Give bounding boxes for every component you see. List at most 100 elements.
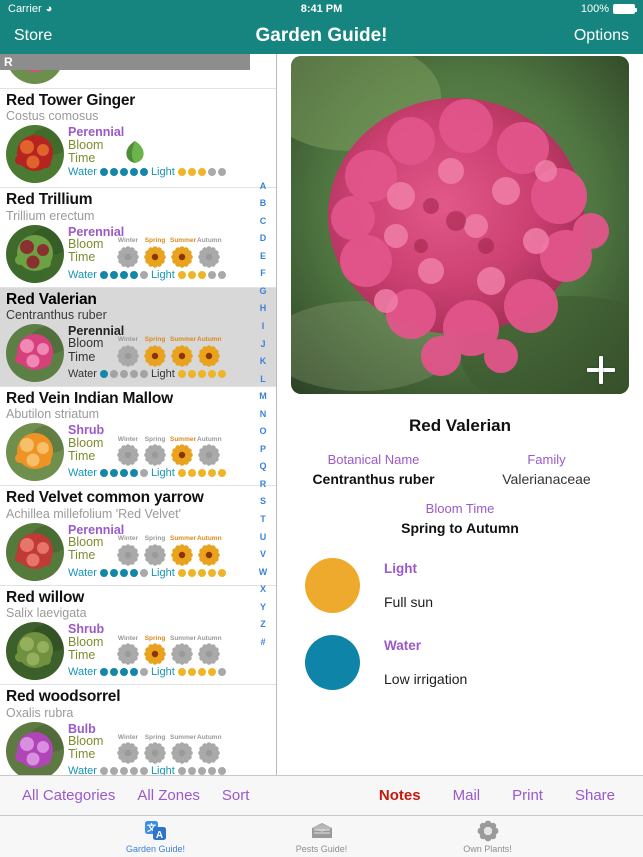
store-button[interactable]: Store bbox=[14, 27, 52, 45]
print-button[interactable]: Print bbox=[512, 787, 543, 804]
index-letter-p[interactable]: P bbox=[260, 441, 266, 459]
index-letter-o[interactable]: O bbox=[259, 423, 266, 441]
light-dot bbox=[197, 668, 206, 677]
plant-photo[interactable] bbox=[291, 56, 629, 394]
options-button[interactable]: Options bbox=[574, 27, 629, 45]
tab-own-plants[interactable]: Own Plants! bbox=[440, 819, 536, 854]
index-letter-w[interactable]: W bbox=[259, 564, 268, 582]
index-letter-k[interactable]: K bbox=[260, 353, 267, 371]
water-dot bbox=[129, 369, 138, 378]
index-letter-j[interactable]: J bbox=[260, 336, 265, 354]
index-letter-f[interactable]: F bbox=[260, 265, 266, 283]
light-dot bbox=[197, 568, 206, 577]
sort-button[interactable]: Sort bbox=[222, 787, 250, 804]
plant-thumbnail[interactable] bbox=[6, 125, 64, 184]
water-light-row: Water Light bbox=[68, 166, 270, 178]
plant-thumbnail[interactable] bbox=[6, 423, 64, 482]
bloom-time-row: Bloom Time Winter Spring Summer Autumn bbox=[68, 635, 270, 666]
plant-thumbnail[interactable] bbox=[6, 622, 64, 681]
water-label: Water bbox=[68, 367, 97, 380]
tab-garden-guide[interactable]: 文 A Garden Guide! bbox=[108, 819, 204, 854]
index-letter-l[interactable]: L bbox=[260, 371, 266, 389]
mail-button[interactable]: Mail bbox=[453, 787, 481, 804]
season-winter: Winter bbox=[116, 733, 140, 765]
plus-icon[interactable] bbox=[587, 356, 615, 384]
tab-pests-guide[interactable]: Pests Guide! bbox=[274, 819, 370, 854]
light-dot bbox=[217, 369, 226, 378]
season-label: Winter bbox=[117, 733, 139, 741]
plant-list-item[interactable]: Red Valerian Centranthus ruber Perennial Bl… bbox=[0, 287, 276, 388]
svg-text:A: A bbox=[155, 830, 162, 841]
light-dot bbox=[207, 167, 216, 176]
water-label: Water bbox=[68, 165, 97, 178]
tab-bar[interactable]: 文 A Garden Guide! Pests Guide! Own Plants! bbox=[0, 815, 643, 857]
index-letter-a[interactable]: A bbox=[260, 178, 267, 196]
translate-icon: 文A bbox=[108, 819, 204, 843]
water-dot bbox=[129, 568, 138, 577]
plant-list[interactable]: Bloom TimeWaterLightRed Tower GingerCost… bbox=[0, 54, 276, 775]
index-letter-t[interactable]: T bbox=[260, 511, 266, 529]
season-spring: Spring bbox=[143, 536, 167, 566]
index-letter-v[interactable]: V bbox=[260, 546, 266, 564]
index-letter-r[interactable]: R bbox=[260, 476, 267, 494]
index-letter-b[interactable]: B bbox=[260, 195, 267, 213]
water-dot bbox=[119, 369, 128, 378]
plant-scientific-name: Salix laevigata bbox=[6, 606, 87, 621]
water-text: Water Low irrigation bbox=[360, 638, 467, 687]
bloom-time-label: Bloom Time bbox=[68, 137, 104, 165]
water-label: Water bbox=[68, 566, 97, 579]
light-dot bbox=[187, 167, 196, 176]
light-dot bbox=[177, 469, 186, 478]
light-label: Light bbox=[150, 367, 175, 380]
water-dot bbox=[109, 767, 118, 775]
season-label: Summer bbox=[170, 535, 197, 543]
bloom-season-icons: Winter Spring Summer Autumn bbox=[114, 535, 222, 566]
plant-thumbnail[interactable] bbox=[6, 224, 64, 283]
plant-list-item[interactable]: Red Velvet common yarrow Achillea millefo… bbox=[0, 486, 276, 586]
notes-button[interactable]: Notes bbox=[379, 787, 421, 804]
index-letter-z[interactable]: Z bbox=[260, 616, 266, 634]
plant-list-item[interactable]: Red Tower Ginger Costus comosus Perennial B… bbox=[0, 89, 276, 189]
index-letter-n[interactable]: N bbox=[260, 406, 267, 424]
index-letter-g[interactable]: G bbox=[259, 283, 266, 301]
flower-icon bbox=[440, 819, 536, 843]
light-dots bbox=[177, 167, 226, 176]
bloom-time-label: Bloom Time bbox=[68, 435, 104, 463]
plant-thumbnail[interactable] bbox=[6, 522, 64, 581]
index-letter-c[interactable]: C bbox=[260, 213, 267, 231]
bloom-season-icons: Winter Spring Summer Autumn bbox=[114, 733, 222, 765]
status-right: 100% bbox=[581, 3, 637, 15]
alphabet-index[interactable]: A B C D E F G H I J K L M N O P Q R S T U V W X Y Z # bbox=[250, 54, 276, 775]
index-letter-y[interactable]: Y bbox=[260, 599, 266, 617]
plant-list-item[interactable]: Red Trillium Trillium erectum Perennial Blo… bbox=[0, 188, 276, 288]
index-letter-x[interactable]: X bbox=[260, 581, 266, 599]
all-categories-button[interactable]: All Categories bbox=[22, 787, 115, 804]
index-letter-#[interactable]: # bbox=[260, 634, 265, 652]
index-letter-i[interactable]: I bbox=[262, 318, 265, 336]
plant-list-panel[interactable]: R Bloom TimeWaterLightRed Tower GingerCo… bbox=[0, 54, 277, 775]
botanical-name-field: Botanical Name Centranthus ruber bbox=[287, 452, 460, 487]
light-label: Light bbox=[384, 561, 417, 576]
index-letter-e[interactable]: E bbox=[260, 248, 266, 266]
water-label: Water bbox=[68, 666, 97, 679]
status-bar: Carrier ◕ 8:41 PM 100% bbox=[0, 0, 643, 18]
plant-thumbnail[interactable] bbox=[6, 324, 64, 383]
plant-list-item[interactable]: Red willow Salix laevigata Shrub Bloom Time… bbox=[0, 585, 276, 686]
share-button[interactable]: Share bbox=[575, 787, 615, 804]
bloom-season-icons: Winter Spring Summer Autumn bbox=[114, 435, 222, 467]
index-letter-q[interactable]: Q bbox=[259, 458, 266, 476]
index-letter-u[interactable]: U bbox=[260, 529, 267, 547]
all-zones-button[interactable]: All Zones bbox=[137, 787, 200, 804]
plant-list-item[interactable]: Red Vein Indian Mallow Abutilon striatum S… bbox=[0, 387, 276, 487]
plant-thumbnail[interactable] bbox=[6, 721, 64, 775]
index-letter-h[interactable]: H bbox=[260, 300, 267, 318]
season-label: Spring bbox=[144, 435, 166, 443]
index-letter-s[interactable]: S bbox=[260, 493, 266, 511]
light-label: Light bbox=[150, 765, 175, 775]
water-dots bbox=[99, 369, 148, 378]
index-letter-d[interactable]: D bbox=[260, 230, 267, 248]
plant-list-item[interactable]: Red woodsorrel Oxalis rubra Bulb Bloom Time… bbox=[0, 685, 276, 775]
plant-common-name: Red Vein Indian Mallow bbox=[6, 390, 173, 408]
index-letter-m[interactable]: M bbox=[259, 388, 267, 406]
water-dot bbox=[129, 767, 138, 775]
